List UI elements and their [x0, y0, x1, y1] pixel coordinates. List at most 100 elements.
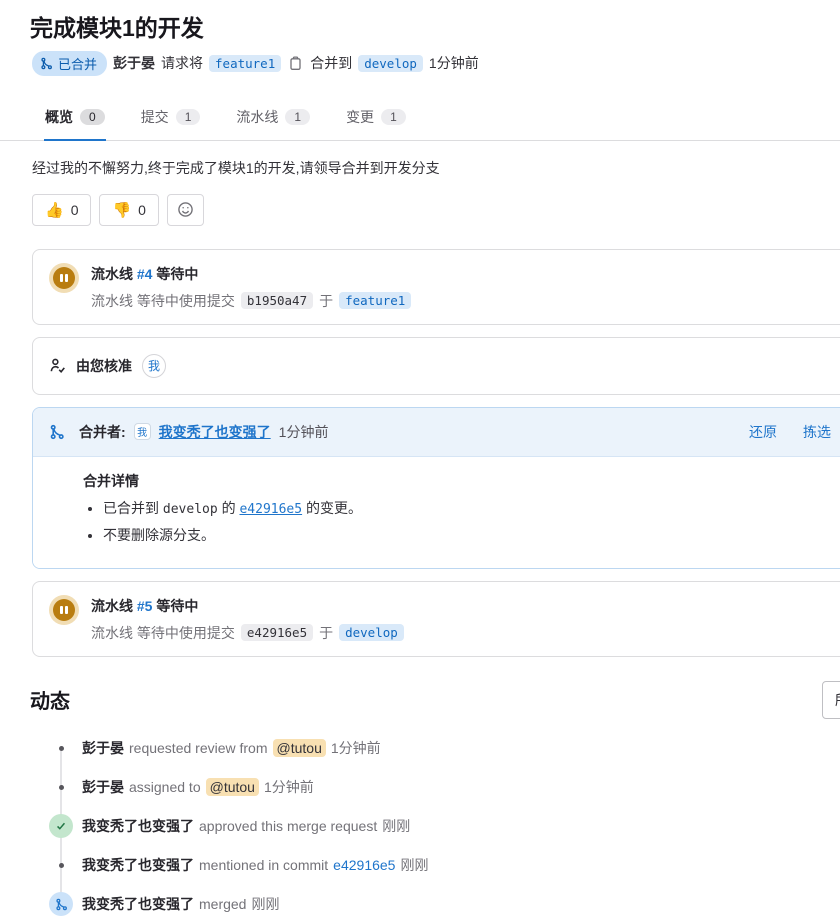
activity-filter-button[interactable]: 所有活动: [822, 681, 840, 719]
activity-item: 彭于晏 assigned to @tutou 1分钟前: [32, 768, 840, 807]
award-emoji-bar: 👍 0 👎 0: [32, 194, 808, 226]
activity-item: 我变秃了也变强了 merged 刚刚: [32, 885, 840, 924]
merge-details: 合并详情 已合并到 develop 的 e42916e5 的变更。 不要删除源分…: [33, 457, 840, 568]
timeline-dot-icon: [49, 736, 73, 760]
pipeline-status: 等待中: [156, 266, 198, 282]
tab-pipelines-label: 流水线: [236, 107, 278, 127]
pipeline-commit-chip[interactable]: e42916e5: [241, 624, 313, 641]
thumbs-down-button[interactable]: 👎 0: [99, 194, 158, 226]
detail-mid-text: 的: [222, 500, 236, 516]
approved-check-icon: [49, 814, 73, 838]
pipeline-preposition: 于: [319, 623, 333, 643]
pipeline-number-link[interactable]: #4: [137, 266, 153, 282]
tab-overview[interactable]: 概览 0: [44, 94, 106, 141]
pipeline-subtext: 流水线 等待中使用提交 e42916e5 于 develop: [91, 623, 404, 643]
merged-actions: 还原 拣选: [749, 422, 831, 442]
thumbs-up-icon: 👍: [45, 201, 64, 219]
pipeline-status: 等待中: [156, 598, 198, 614]
activity-action: assigned to: [129, 779, 201, 795]
timeline-dot-icon: [49, 775, 73, 799]
mention-chip[interactable]: @tutou: [206, 778, 259, 796]
tab-pipelines-count: 1: [285, 109, 310, 125]
mention-chip[interactable]: @tutou: [273, 739, 326, 757]
tab-changes-count: 1: [381, 109, 406, 125]
cherry-pick-link[interactable]: 拣选: [803, 422, 831, 442]
status-badge-label: 已合并: [58, 54, 97, 73]
pipeline-branch-chip[interactable]: feature1: [339, 292, 411, 309]
user-check-icon: [49, 357, 66, 374]
request-text: 请求将: [161, 53, 203, 73]
activity-item: 彭于晏 requested review from @tutou 1分钟前: [32, 729, 840, 768]
approved-by-you-text: 由您核准: [76, 356, 132, 376]
timeline-dot-icon: [49, 853, 73, 877]
activity-heading: 动态: [30, 685, 70, 714]
activity-action: merged: [199, 896, 246, 912]
detail-commit-link[interactable]: e42916e5: [239, 502, 302, 517]
detail-post-text: 的变更。: [306, 500, 362, 516]
pipeline-subtext: 流水线 等待中使用提交 b1950a47 于 feature1: [91, 291, 411, 311]
pipeline-label: 流水线: [91, 266, 133, 282]
merge-details-title: 合并详情: [83, 471, 831, 491]
page-title: 完成模块1的开发: [30, 14, 808, 43]
thumbs-down-count: 0: [138, 202, 146, 218]
activity-item: 我变秃了也变强了 approved this merge request 刚刚: [32, 807, 840, 846]
activity-user[interactable]: 我变秃了也变强了: [82, 894, 194, 914]
merger-name-link[interactable]: 我变秃了也变强了: [159, 422, 271, 442]
source-branch-chip[interactable]: feature1: [209, 55, 281, 72]
pipeline-paused-icon: [49, 595, 79, 625]
merge-request-byline: 已合并 彭于晏 请求将 feature1 合并到 develop 1分钟前: [32, 51, 808, 76]
created-time: 1分钟前: [429, 53, 479, 73]
merger-avatar[interactable]: 我: [134, 423, 151, 440]
merge-request-description: 经过我的不懈努力,终于完成了模块1的开发,请领导合并到开发分支: [32, 158, 808, 178]
author-name[interactable]: 彭于晏: [113, 53, 155, 73]
activity-action: requested review from: [129, 740, 268, 756]
activity-commit-link[interactable]: e42916e5: [333, 857, 395, 873]
merge-request-tabs: 概览 0 提交 1 流水线 1 变更 1: [0, 94, 840, 141]
activity-time: 刚刚: [251, 894, 279, 914]
activity-user[interactable]: 我变秃了也变强了: [82, 816, 194, 836]
pipeline-widget-5: 流水线 #5 等待中 流水线 等待中使用提交 e42916e5 于 develo…: [32, 581, 840, 657]
target-branch-chip[interactable]: develop: [358, 55, 423, 72]
revert-link[interactable]: 还原: [749, 422, 777, 442]
activity-time: 1分钟前: [264, 777, 314, 797]
pipeline-title: 流水线 #5 等待中: [91, 595, 404, 616]
activity-time: 1分钟前: [331, 738, 381, 758]
pipeline-number-link[interactable]: #5: [137, 598, 153, 614]
merged-header: 合并者: 我 我变秃了也变强了 1分钟前 还原 拣选: [33, 408, 840, 457]
thumbs-up-button[interactable]: 👍 0: [32, 194, 91, 226]
detail-pre-text: 已合并到: [103, 500, 159, 516]
add-reaction-button[interactable]: [167, 194, 204, 226]
merged-widget: 合并者: 我 我变秃了也变强了 1分钟前 还原 拣选 合并详情 已合并到 dev…: [32, 407, 840, 569]
merge-icon: [49, 424, 65, 440]
status-badge: 已合并: [32, 51, 107, 76]
activity-action: mentioned in commit: [199, 857, 328, 873]
pipeline-commit-chip[interactable]: b1950a47: [241, 292, 313, 309]
merged-by-label: 合并者:: [79, 422, 126, 442]
pipeline-branch-chip[interactable]: develop: [339, 624, 404, 641]
approver-avatar[interactable]: 我: [142, 354, 166, 378]
tab-commits[interactable]: 提交 1: [140, 94, 202, 141]
smiley-icon: [177, 201, 194, 218]
tab-pipelines[interactable]: 流水线 1: [235, 94, 311, 141]
thumbs-down-icon: 👎: [112, 201, 131, 219]
pipeline-preposition: 于: [319, 291, 333, 311]
pipeline-title: 流水线 #4 等待中: [91, 263, 411, 284]
activity-action: approved this merge request: [199, 818, 377, 834]
copy-branch-icon[interactable]: [288, 56, 303, 71]
tab-changes[interactable]: 变更 1: [345, 94, 407, 141]
merge-into-text: 合并到: [310, 53, 352, 73]
activity-time: 刚刚: [382, 816, 410, 836]
pipeline-label: 流水线: [91, 598, 133, 614]
activity-user[interactable]: 我变秃了也变强了: [82, 855, 194, 875]
activity-timeline: 彭于晏 requested review from @tutou 1分钟前 彭于…: [32, 729, 840, 924]
pipeline-widget-4: 流水线 #4 等待中 流水线 等待中使用提交 b1950a47 于 featur…: [32, 249, 840, 325]
tab-overview-count: 0: [80, 109, 105, 125]
tab-commits-count: 1: [176, 109, 201, 125]
tab-commits-label: 提交: [141, 107, 169, 127]
pipeline-sub-label: 流水线 等待中使用提交: [91, 623, 235, 643]
approval-widget: 由您核准 我: [32, 337, 840, 395]
merged-merge-icon: [49, 892, 73, 916]
merge-icon: [40, 57, 53, 70]
activity-user[interactable]: 彭于晏: [82, 777, 124, 797]
activity-user[interactable]: 彭于晏: [82, 738, 124, 758]
